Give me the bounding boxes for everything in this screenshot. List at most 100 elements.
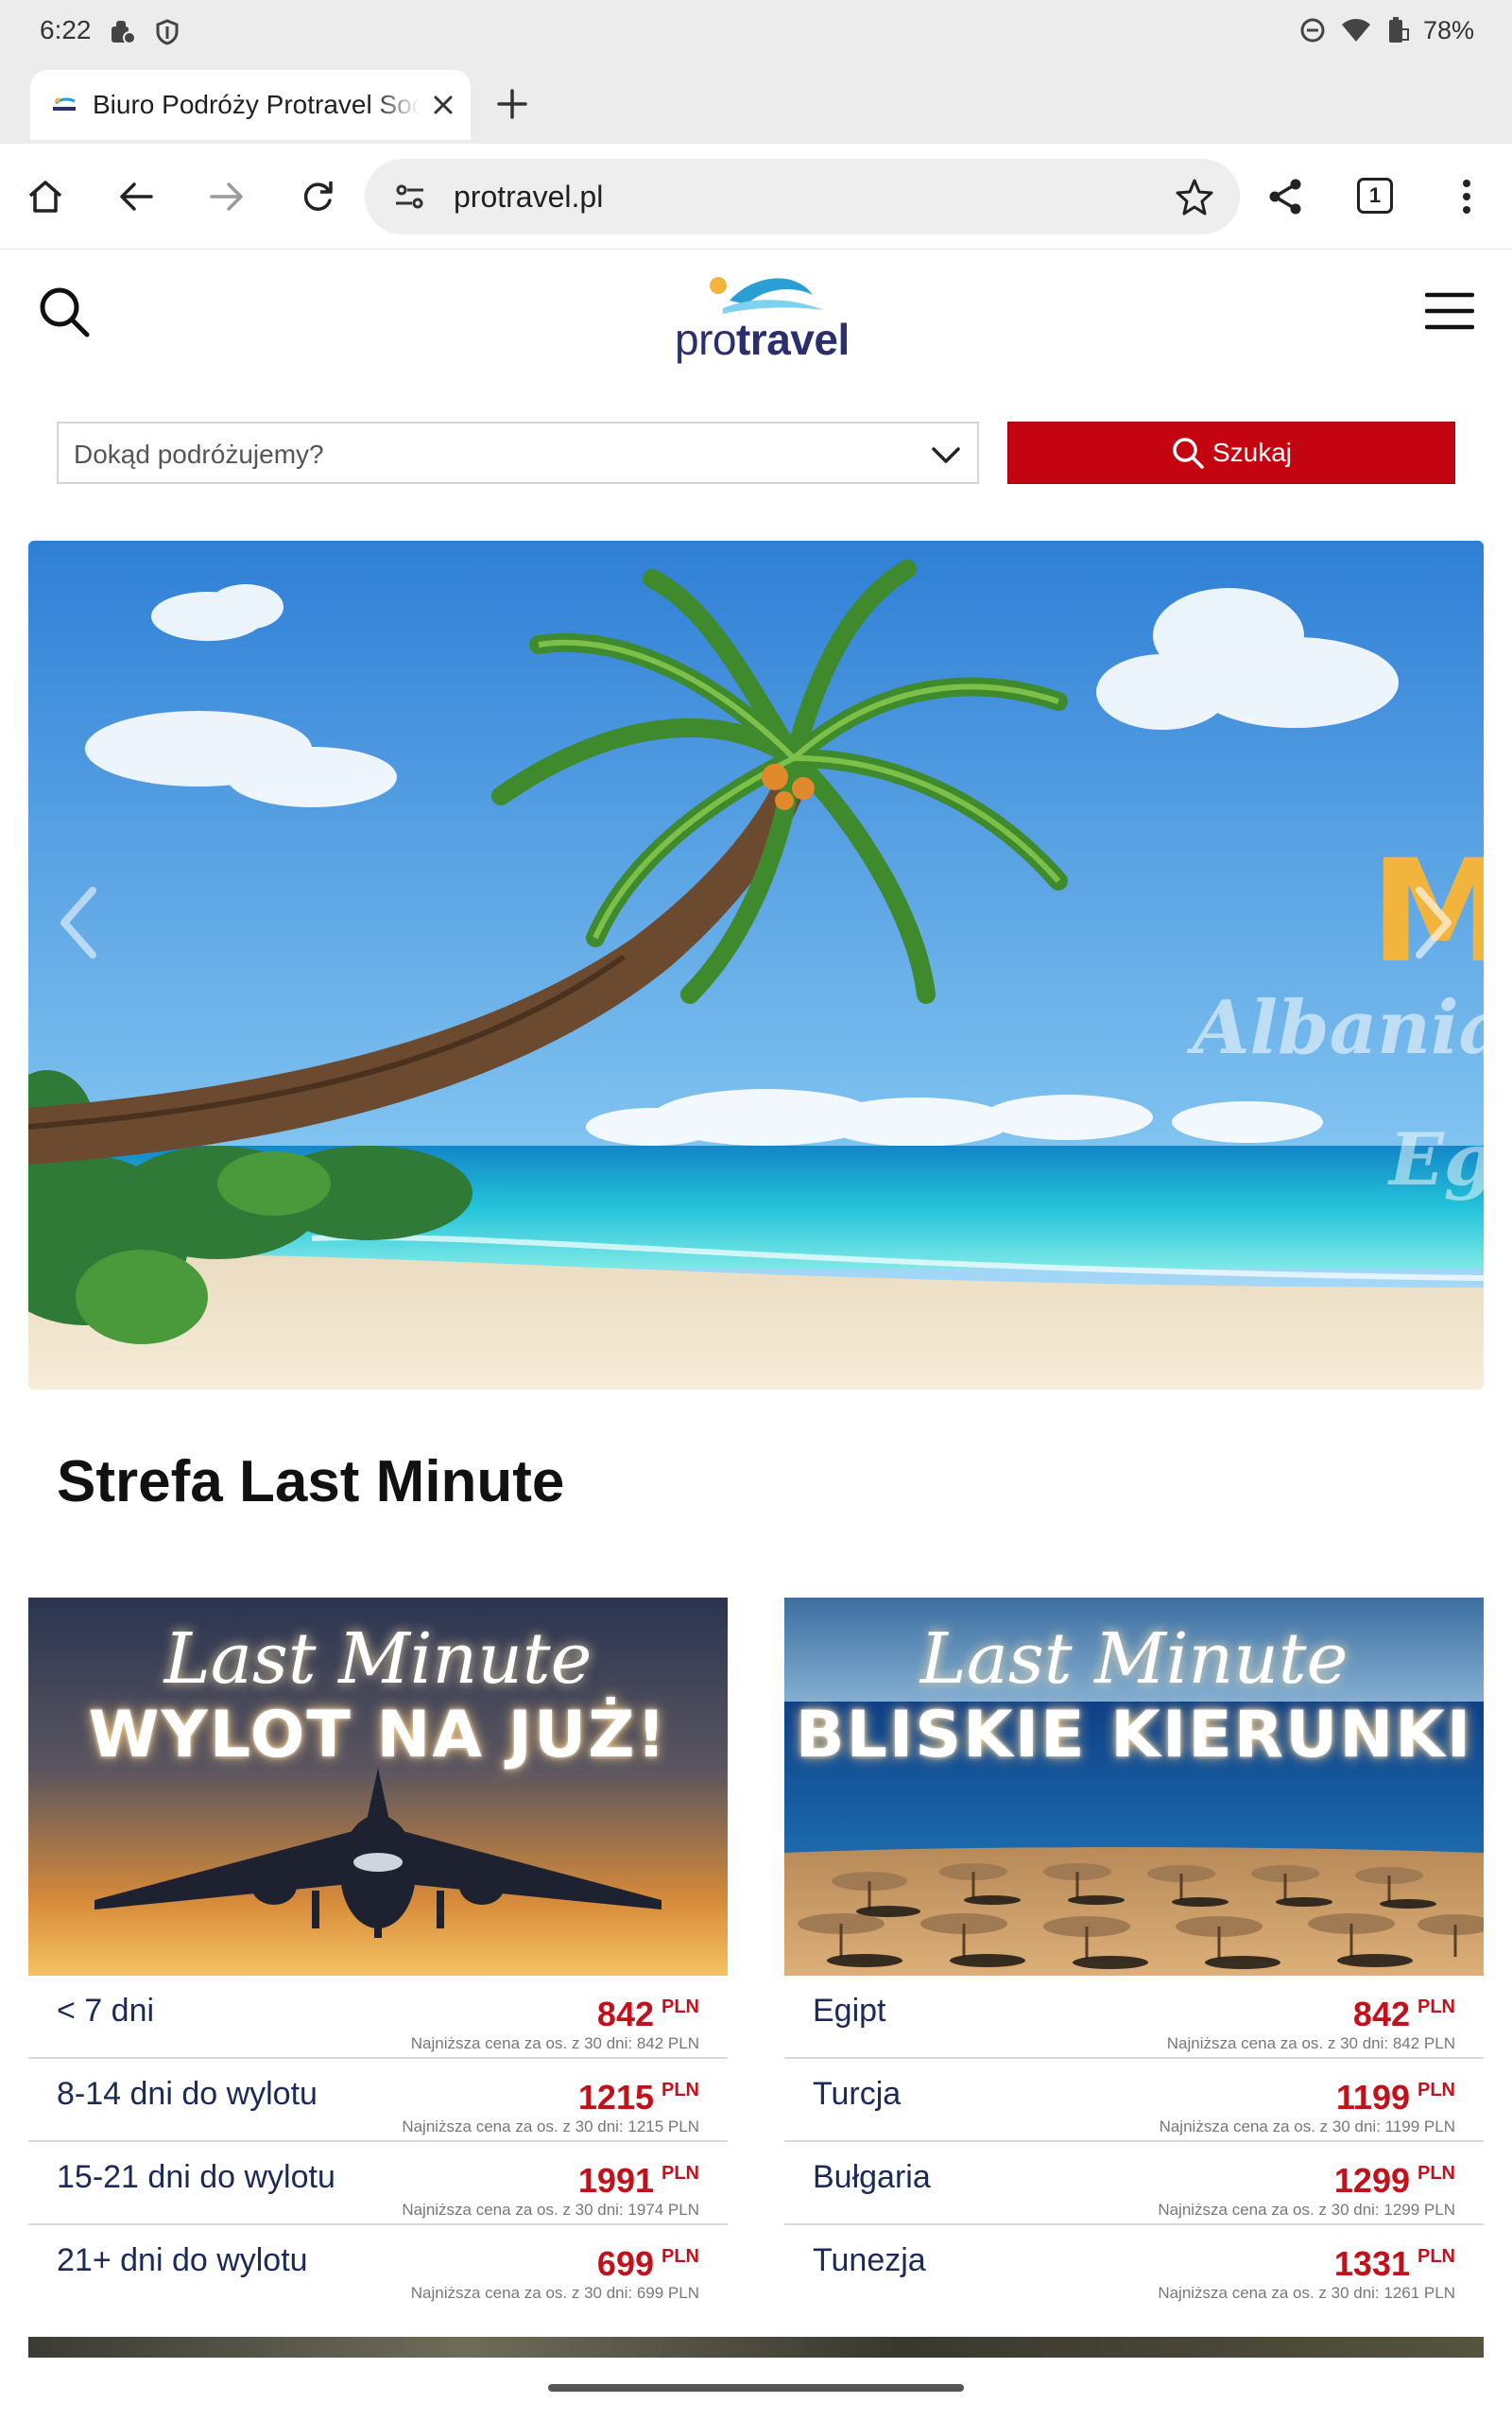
- price-list: Egipt 842 PLN Najniższa cena za os. z 30 …: [784, 1976, 1484, 2308]
- forward-arrow-icon[interactable]: [206, 176, 248, 217]
- chevron-right-icon[interactable]: [1404, 877, 1461, 968]
- price-currency: PLN: [1418, 2163, 1455, 2184]
- lowest-price-note: Najniższa cena za os. z 30 dni: 842 PLN: [410, 2034, 699, 2052]
- price-currency: PLN: [662, 1996, 699, 2017]
- row-price: 1299 PLN: [1334, 2161, 1455, 2201]
- row-label[interactable]: Tunezja: [813, 2242, 926, 2279]
- list-item[interactable]: Tunezja 1331 PLN Najniższa cena za os. z …: [784, 2225, 1484, 2308]
- favicon-icon: [49, 94, 79, 116]
- row-price: 1331 PLN: [1334, 2244, 1455, 2284]
- price-value: 1199: [1335, 2078, 1410, 2117]
- chevron-down-icon: [932, 447, 960, 463]
- logo-travel: travel: [735, 315, 850, 364]
- row-price: 842 PLN: [1353, 1995, 1455, 2034]
- search-button[interactable]: Szukaj: [1007, 422, 1455, 484]
- close-icon[interactable]: [429, 91, 457, 119]
- price-currency: PLN: [1418, 2080, 1455, 2100]
- share-icon[interactable]: [1264, 176, 1306, 217]
- row-label[interactable]: Egipt: [813, 1993, 886, 2030]
- price-currency: PLN: [662, 2246, 699, 2267]
- price-list: < 7 dni 842 PLN Najniższa cena za os. z 3…: [28, 1976, 728, 2308]
- search-icon[interactable]: [36, 284, 93, 340]
- tab-title: Biuro Podróży Protravel Sochaczew: [93, 90, 420, 119]
- hamburger-menu-icon[interactable]: [1425, 289, 1474, 333]
- lowest-price-note: Najniższa cena za os. z 30 dni: 1215 PLN: [402, 2118, 699, 2135]
- card-banner[interactable]: Last Minute BLISKIE KIERUNKI: [784, 1598, 1484, 1976]
- lowest-price-note: Najniższa cena za os. z 30 dni: 1974 PLN: [402, 2201, 699, 2219]
- lowest-price-note: Najniższa cena za os. z 30 dni: 699 PLN: [410, 2284, 699, 2302]
- price-value: 1331: [1333, 2244, 1410, 2283]
- hero-overlay-eg: Eg: [1389, 1117, 1484, 1201]
- list-item[interactable]: 21+ dni do wylotu 699 PLN Najniższa cena …: [28, 2225, 728, 2308]
- card-headline: BLISKIE KIERUNKI: [795, 1698, 1473, 1772]
- destination-select[interactable]: Dokąd podróżujemy?: [57, 422, 979, 484]
- browser-tab[interactable]: Biuro Podróży Protravel Sochaczew: [30, 70, 471, 140]
- row-label[interactable]: < 7 dni: [57, 1993, 154, 2030]
- chevron-left-icon[interactable]: [51, 877, 108, 968]
- hero-slider[interactable]: Albania Eg M: [28, 541, 1484, 1390]
- hero-overlay-albania: Albania: [1193, 985, 1484, 1071]
- lowest-price-note: Najniższa cena za os. z 30 dni: 1299 PLN: [1158, 2201, 1455, 2219]
- destination-placeholder: Dokąd podróżujemy?: [74, 440, 324, 469]
- lowest-price-note: Najniższa cena za os. z 30 dni: 1261 PLN: [1158, 2284, 1455, 2302]
- row-label[interactable]: Turcja: [813, 2076, 901, 2113]
- battery-icon: [1388, 17, 1409, 43]
- address-bar[interactable]: protravel.pl: [365, 159, 1240, 234]
- price-value: 1991: [577, 2161, 654, 2200]
- row-label[interactable]: 8-14 dni do wylotu: [57, 2076, 318, 2113]
- card-script-title: Last Minute: [919, 1618, 1349, 1700]
- list-item[interactable]: < 7 dni 842 PLN Najniższa cena za os. z 3…: [28, 1976, 728, 2059]
- protravel-logo[interactable]: protravel: [662, 267, 850, 371]
- row-price: 842 PLN: [597, 1995, 699, 2034]
- vpn-shield-icon: [156, 19, 179, 45]
- url-text[interactable]: protravel.pl: [454, 180, 603, 215]
- row-label[interactable]: Bułgaria: [813, 2159, 931, 2196]
- list-item[interactable]: Bułgaria 1299 PLN Najniższa cena za os. z…: [784, 2142, 1484, 2225]
- site-settings-icon[interactable]: [391, 178, 429, 216]
- dnd-icon: [1300, 18, 1325, 43]
- status-bar: 6:22 78%: [0, 0, 1512, 66]
- status-right: 78%: [1298, 15, 1474, 45]
- lowest-price-note: Najniższa cena za os. z 30 dni: 1199 PLN: [1159, 2118, 1455, 2135]
- search-icon: [1173, 438, 1204, 469]
- logo-pro: pro: [675, 315, 736, 364]
- search-button-label: Szukaj: [1211, 438, 1293, 467]
- card-headline: WYLOT NA JUŻ!: [88, 1698, 668, 1772]
- notification-icon: [112, 21, 136, 44]
- logo-text: protravel: [675, 314, 850, 365]
- wifi-icon: [1341, 19, 1370, 42]
- row-price: 1215 PLN: [578, 2078, 699, 2118]
- row-label[interactable]: 21+ dni do wylotu: [57, 2242, 308, 2279]
- last-minute-card-departure: Last Minute WYLOT NA JUŻ! < 7 dni 842 PLN…: [28, 1598, 728, 2308]
- hero-image: [28, 541, 1484, 1390]
- list-item[interactable]: Turcja 1199 PLN Najniższa cena za os. z 3…: [784, 2059, 1484, 2142]
- gesture-navigation-bar[interactable]: [548, 2384, 964, 2392]
- price-value: 699: [596, 2244, 654, 2283]
- price-value: 1215: [577, 2078, 654, 2117]
- price-value: 1299: [1333, 2161, 1410, 2200]
- card-banner[interactable]: Last Minute WYLOT NA JUŻ!: [28, 1598, 728, 1976]
- new-tab-plus-icon[interactable]: [493, 85, 531, 123]
- overflow-menu-icon[interactable]: [1446, 176, 1487, 217]
- list-item[interactable]: 15-21 dni do wylotu 1991 PLN Najniższa ce…: [28, 2142, 728, 2225]
- status-left-icons: [108, 18, 181, 46]
- home-icon[interactable]: [25, 176, 66, 217]
- next-section-image-edge: [28, 2337, 1484, 2358]
- list-item[interactable]: Egipt 842 PLN Najniższa cena za os. z 30 …: [784, 1976, 1484, 2059]
- row-price: 699 PLN: [597, 2244, 699, 2284]
- tab-switcher-icon[interactable]: 1: [1357, 178, 1393, 214]
- price-value: 842: [1352, 1995, 1410, 2033]
- card-script-title: Last Minute: [163, 1618, 593, 1700]
- price-value: 842: [596, 1995, 654, 2033]
- row-price: 1199 PLN: [1336, 2078, 1455, 2118]
- bookmark-star-icon[interactable]: [1174, 176, 1215, 217]
- row-price: 1991 PLN: [578, 2161, 699, 2201]
- price-currency: PLN: [662, 2163, 699, 2184]
- price-currency: PLN: [1418, 1996, 1455, 2017]
- price-currency: PLN: [1418, 2246, 1455, 2267]
- row-label[interactable]: 15-21 dni do wylotu: [57, 2159, 335, 2196]
- back-arrow-icon[interactable]: [115, 176, 157, 217]
- section-title: Strefa Last Minute: [57, 1449, 565, 1514]
- reload-icon[interactable]: [297, 176, 338, 217]
- list-item[interactable]: 8-14 dni do wylotu 1215 PLN Najniższa cen…: [28, 2059, 728, 2142]
